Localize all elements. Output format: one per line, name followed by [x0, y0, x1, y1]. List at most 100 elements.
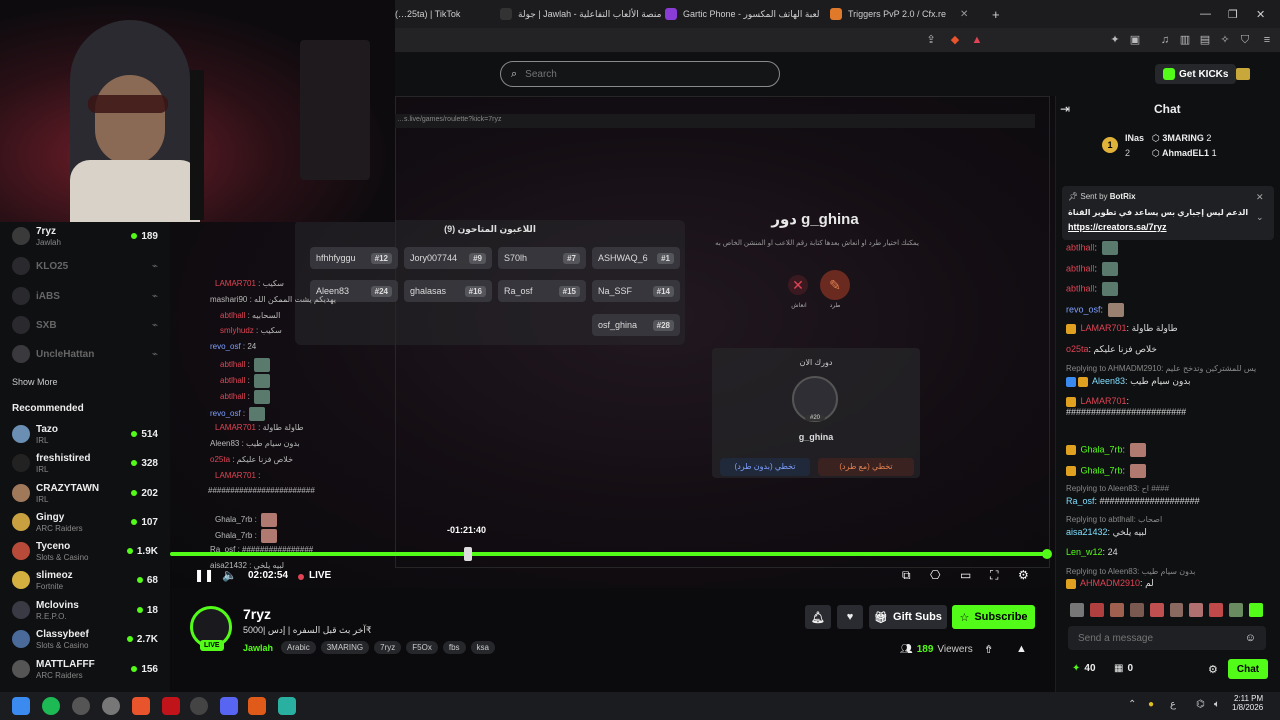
music-icon[interactable]: ♫	[1158, 33, 1172, 47]
extension-icon[interactable]: ✦	[1108, 33, 1122, 47]
seek-bar[interactable]	[170, 552, 1048, 556]
sidebar-item-tazo[interactable]: Tazo IRL 514	[0, 420, 170, 448]
clip-icon[interactable]: ⎔	[930, 568, 940, 582]
pause-icon[interactable]: ❚❚	[194, 568, 214, 582]
sidebar-item-slimeoz[interactable]: slimeoz Fortnite 68	[0, 566, 170, 594]
chat-reply-context[interactable]: Replying to Aleen83: اح ####	[1066, 484, 1169, 493]
obs-icon[interactable]	[72, 697, 90, 715]
player-card[interactable]: ghalasas #16	[404, 280, 492, 302]
chat-user[interactable]: revo_osf	[1066, 304, 1101, 314]
vpn-icon[interactable]: ⛉	[1238, 33, 1252, 47]
user-avatar[interactable]	[1236, 68, 1250, 80]
leaderboard-entry[interactable]: ⬡ AhmadEL1 1	[1152, 148, 1217, 159]
show-more-link[interactable]: Show More	[12, 377, 58, 387]
gift-counter[interactable]: ▦ 0	[1114, 663, 1133, 674]
emote-icon[interactable]	[1189, 603, 1204, 617]
gift-subs-button[interactable]: 🎁︎ Gift Subs	[869, 605, 947, 629]
player-card[interactable]: ASHWAQ_6 #1	[592, 247, 680, 269]
language-indicator[interactable]: ع	[1170, 699, 1176, 710]
fullscreen-icon[interactable]: ⛶	[990, 568, 998, 583]
leaderboard-entry[interactable]: ⬡ 3MARING 2	[1152, 133, 1211, 144]
expand-chevron-icon[interactable]: ⌄	[1256, 212, 1264, 223]
report-icon[interactable]: ▲	[1016, 643, 1027, 655]
chat-reply-context[interactable]: Replying to Aleen83: بدون سيام طيب	[1066, 567, 1195, 576]
tray-chevron-icon[interactable]: ⌃	[1128, 699, 1136, 710]
chat-user[interactable]: LAMAR701	[1081, 396, 1127, 406]
leo-ai-icon[interactable]: ✧	[1218, 33, 1232, 47]
settings-gear-icon[interactable]: ⚙	[1018, 568, 1029, 582]
brave-icon[interactable]	[132, 697, 150, 715]
emote-icon[interactable]	[1209, 603, 1224, 617]
sidebar-item-klo25[interactable]: KLO25 ⌁	[0, 252, 170, 280]
player-card[interactable]: S70lh #7	[498, 247, 586, 269]
theater-mode-icon[interactable]: ▭	[960, 568, 971, 582]
emote-icon[interactable]	[1149, 603, 1164, 617]
tag[interactable]: 7ryz	[374, 641, 402, 654]
get-kicks-button[interactable]: Get KICKs	[1155, 64, 1237, 84]
tag[interactable]: Arabic	[281, 641, 316, 654]
screenshot-icon[interactable]: ▣	[1128, 33, 1142, 47]
skip-no-kick-button[interactable]: تخطي (بدون طرد)	[720, 458, 810, 476]
discord-icon[interactable]	[220, 697, 238, 715]
app-icon[interactable]	[102, 697, 120, 715]
chat-user[interactable]: Aleen83	[1092, 376, 1125, 386]
close-window-icon[interactable]: ✕	[1256, 4, 1265, 24]
emote-icon[interactable]	[1070, 603, 1084, 617]
sidebar-item-sxb[interactable]: SXB ⌁	[0, 311, 170, 339]
search-bar[interactable]: ⌕	[500, 61, 780, 87]
channel-points[interactable]: ✦ 40	[1072, 663, 1096, 674]
netflix-icon[interactable]	[162, 697, 180, 715]
network-icon[interactable]: ⌬	[1196, 699, 1205, 710]
tab-jawlah[interactable]: جولة | Jawlah - منصة الألعاب التفاعلية	[500, 4, 670, 24]
tag[interactable]: 3MARING	[320, 641, 370, 654]
sidebar-item-gingy[interactable]: Gingy ARC Raiders 107	[0, 508, 170, 536]
tab-tiktok[interactable]: (…25ta) | TikTok	[395, 4, 490, 24]
kick-x-icon[interactable]: ✕	[788, 275, 808, 295]
sidebar-item-mattlafff[interactable]: MATTLAFFF ARC Raiders 156	[0, 655, 170, 683]
stream-category[interactable]: Jawlah	[243, 643, 273, 653]
share-icon[interactable]: ⇮	[984, 643, 993, 656]
menu-icon[interactable]: ≡	[1260, 33, 1274, 47]
unpin-icon[interactable]: ✕	[1256, 192, 1264, 203]
chat-reply-context[interactable]: Replying to abtlhall: اصحاب	[1066, 515, 1162, 524]
sidebar-item-tyceno[interactable]: Tyceno Slots & Casino 1.9K	[0, 537, 170, 565]
sidebar-item-crazytawn[interactable]: CRAZYTAWN IRL 202	[0, 479, 170, 507]
emote-icon[interactable]	[1129, 603, 1144, 617]
search-input[interactable]	[525, 68, 756, 80]
sidebar-item-classybeef[interactable]: Classybeef Slots & Casino 2.7K	[0, 625, 170, 653]
emoji-icon[interactable]: ☺	[1245, 632, 1256, 644]
emote-icon[interactable]	[1169, 603, 1184, 617]
close-tab-icon[interactable]: ✕	[960, 9, 968, 20]
chat-user[interactable]: abtlhall	[1066, 242, 1095, 252]
tag[interactable]: F5Ox	[406, 641, 438, 654]
live-indicator[interactable]: LIVE	[309, 570, 331, 581]
streamer-name[interactable]: 7ryz	[243, 606, 271, 622]
subscribe-button[interactable]: ☆ Subscribe	[952, 605, 1035, 629]
sidebar-item-unclehattan[interactable]: UncleHattan ⌁	[0, 340, 170, 368]
player-card[interactable]: osf_ghina #28	[592, 314, 680, 336]
emote-icon[interactable]	[1089, 603, 1104, 617]
share-icon[interactable]: ⇪	[924, 33, 938, 47]
sidebar-toggle-icon[interactable]: ▥	[1178, 33, 1192, 47]
sidebar-item-iabs[interactable]: iABS ⌁	[0, 282, 170, 310]
chat-user[interactable]: abtlhall	[1066, 263, 1095, 273]
player-card[interactable]: Jory007744 #9	[404, 247, 492, 269]
emote-icon[interactable]	[1249, 603, 1264, 617]
tab-cfx[interactable]: Triggers PvP 2.0 / Cfx.re ✕	[830, 4, 980, 24]
speaker-icon[interactable]: 🔈︎	[1214, 699, 1220, 710]
collapse-chat-icon[interactable]: ⇥	[1060, 102, 1070, 116]
chat-user[interactable]: aisa21432	[1066, 527, 1108, 537]
tag[interactable]: fbs	[442, 641, 466, 654]
chat-input[interactable]	[1078, 632, 1238, 644]
sidebar-item-freshistired[interactable]: freshistired IRL 328	[0, 449, 170, 477]
minimize-icon[interactable]: —	[1200, 4, 1211, 24]
sidebar-item-7ryz[interactable]: 7ryz Jawlah 189	[0, 222, 170, 250]
tab-gartic[interactable]: Gartic Phone - لعبة الهاتف المكسور	[665, 4, 820, 24]
pip-icon[interactable]: ⧉	[902, 568, 911, 583]
emote-icon[interactable]	[1109, 603, 1124, 617]
leaderboard-name[interactable]: INas	[1125, 133, 1144, 143]
chat-user[interactable]: Ra_osf	[1066, 496, 1095, 506]
skip-with-kick-button[interactable]: تخطي (مع طرد)	[818, 458, 914, 476]
send-chat-button[interactable]: Chat	[1228, 659, 1268, 679]
revive-icon[interactable]: ✎	[820, 270, 850, 300]
